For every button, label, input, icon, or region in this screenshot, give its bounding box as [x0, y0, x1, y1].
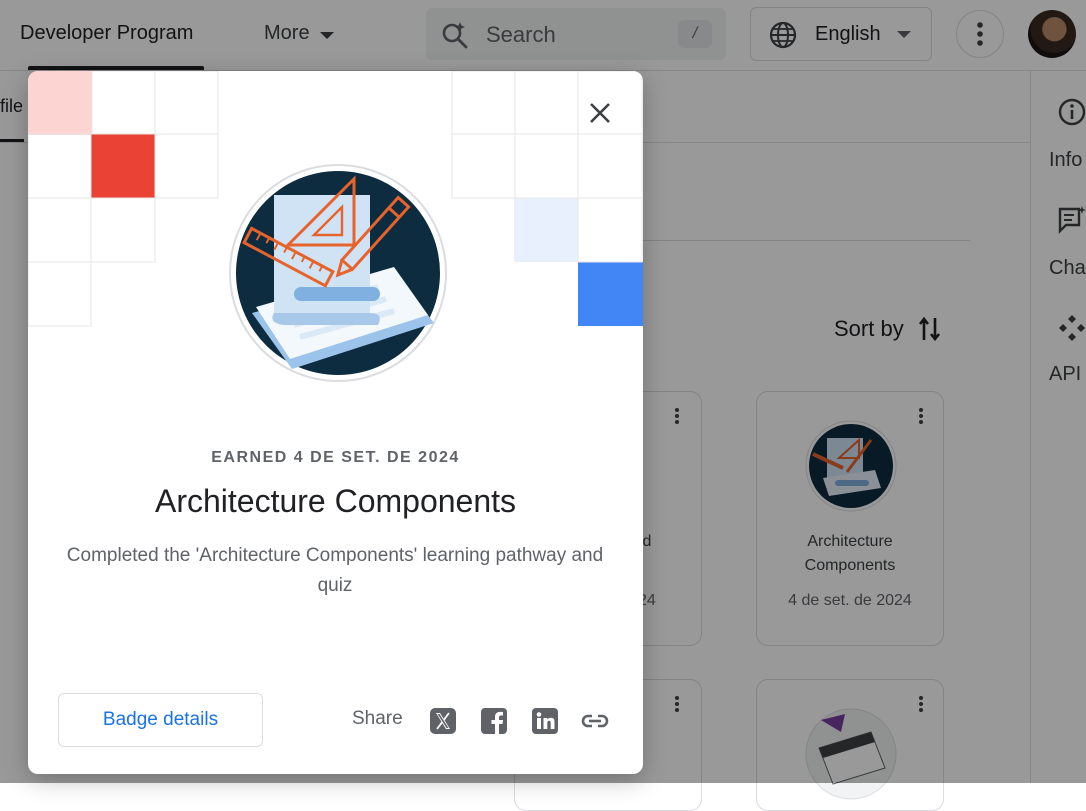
share-label: Share: [352, 708, 403, 729]
linkedin-icon[interactable]: [531, 707, 559, 735]
facebook-icon[interactable]: [480, 707, 508, 735]
earned-date: EARNED 4 DE SET. DE 2024: [211, 449, 460, 466]
x-icon[interactable]: [429, 707, 457, 735]
close-icon[interactable]: [583, 96, 617, 130]
badge-details-button[interactable]: Badge details: [58, 693, 263, 747]
architecture-badge-image: [229, 164, 447, 382]
badge-dialog: EARNED 4 DE SET. DE 2024 Architecture Co…: [28, 71, 643, 774]
badge-title: Architecture Components: [154, 483, 517, 519]
badge-description: Completed the 'Architecture Components' …: [66, 545, 604, 596]
link-icon[interactable]: [579, 707, 611, 735]
